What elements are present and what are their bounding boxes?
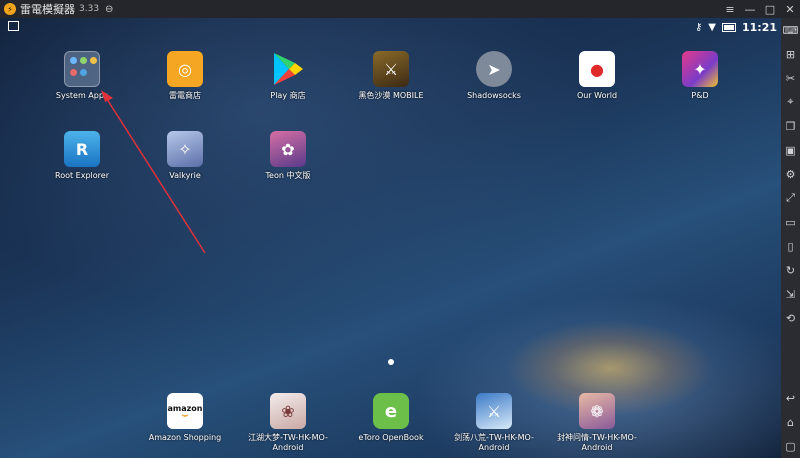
scissors-icon[interactable]: ✂ <box>781 66 800 90</box>
emulator-window: ⚡ 雷電模擬器 3.33 ⊖ ≡ — □ ✕ ⚷ ▼ 11:21 System … <box>0 0 800 458</box>
record-icon[interactable]: ▣ <box>781 138 800 162</box>
version-label: 3.33 <box>79 4 100 14</box>
keyboard-icon[interactable]: ⌨ <box>781 18 800 42</box>
android-home-screen: ⚷ ▼ 11:21 System Apps ◎ 雷電商店 Play 商店 ⚔ 黑… <box>0 18 781 458</box>
title-bar: ⚡ 雷電模擬器 3.33 ⊖ ≡ — □ ✕ <box>0 0 800 18</box>
minimize-icon[interactable]: — <box>740 0 760 18</box>
maximize-icon[interactable]: □ <box>760 0 780 18</box>
emulator-logo-icon: ⚡ <box>4 3 16 15</box>
keymap-icon[interactable]: ▭ <box>781 210 800 234</box>
multi-window-icon[interactable]: ❐ <box>781 114 800 138</box>
fullscreen-icon[interactable]: ⤢ <box>781 186 800 210</box>
emulator-toolbar: ⌨ ⊞ ✂ ⌖ ❐ ▣ ⚙ ⤢ ▭ ▯ ↻ ⇲ ⟲ ↩ ⌂ ▢ <box>781 18 800 458</box>
rotate-icon[interactable]: ⟲ <box>781 306 800 330</box>
resize-icon[interactable]: ⇲ <box>781 282 800 306</box>
menu-icon[interactable]: ≡ <box>720 0 740 18</box>
shake-icon[interactable]: ▯ <box>781 234 800 258</box>
settings-icon[interactable]: ⚙ <box>781 162 800 186</box>
add-apk-icon[interactable]: ⊞ <box>781 42 800 66</box>
back-icon[interactable]: ↩ <box>781 386 800 410</box>
close-icon[interactable]: ✕ <box>780 0 800 18</box>
recent-apps-icon[interactable]: ▢ <box>781 434 800 458</box>
window-controls: ≡ — □ ✕ <box>720 0 800 18</box>
annotation-arrow <box>101 90 206 254</box>
location-icon[interactable]: ⌖ <box>781 90 800 114</box>
link-icon[interactable]: ⊖ <box>105 4 113 15</box>
window-title: 雷電模擬器 <box>20 3 75 16</box>
sync-icon[interactable]: ↻ <box>781 258 800 282</box>
home-icon[interactable]: ⌂ <box>781 410 800 434</box>
